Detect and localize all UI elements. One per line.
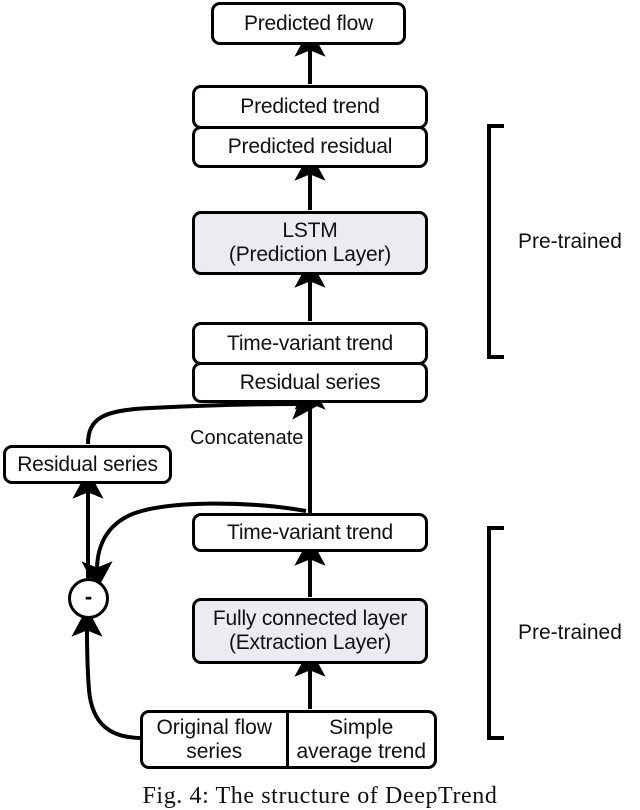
node-group-input-series: Original flow series Simple average tren… (140, 710, 437, 769)
deeptrend-architecture-diagram: Predicted flow Predicted trend Predicted… (0, 0, 640, 809)
node-simple-average-trend[interactable]: Simple average trend (289, 713, 435, 766)
node-predicted-flow[interactable]: Predicted flow (211, 2, 406, 45)
node-residual-series-upper-label: Residual series (239, 370, 381, 394)
node-group-predicted-outputs: Predicted trend Predicted residual (192, 85, 428, 168)
node-subtract-operator[interactable]: - (68, 578, 109, 619)
node-simple-average-trend-label: Simple average trend (296, 715, 427, 763)
minus-icon: - (84, 583, 93, 609)
node-original-flow-series[interactable]: Original flow series (143, 713, 289, 766)
label-pretrained-bottom: Pre-trained (518, 621, 622, 644)
node-fc-label-line1: Fully connected layer (212, 607, 408, 631)
node-time-variant-trend-lower-label: Time-variant trend (226, 520, 393, 544)
node-predicted-residual[interactable]: Predicted residual (192, 126, 428, 168)
node-time-variant-trend-upper-label: Time-variant trend (226, 331, 393, 355)
arrow-originalflow-to-minus (71, 608, 143, 740)
bracket-pretrained-bottom (487, 526, 504, 740)
bracket-pretrained-top (487, 124, 504, 359)
node-group-lstm-inputs: Time-variant trend Residual series (192, 322, 428, 403)
node-residual-series-upper[interactable]: Residual series (192, 362, 428, 403)
node-lstm-prediction-layer[interactable]: LSTM (Prediction Layer) (192, 211, 428, 275)
node-fc-label-line2: (Extraction Layer) (228, 631, 392, 654)
node-time-variant-trend-upper[interactable]: Time-variant trend (192, 322, 428, 365)
node-predicted-trend[interactable]: Predicted trend (192, 85, 428, 129)
node-predicted-trend-label: Predicted trend (240, 95, 380, 119)
figure-caption: Fig. 4: The structure of DeepTrend (142, 783, 498, 809)
node-predicted-residual-label: Predicted residual (227, 135, 393, 159)
node-lstm-label-line2: (Prediction Layer) (228, 243, 392, 266)
node-time-variant-trend-lower[interactable]: Time-variant trend (192, 513, 428, 552)
node-residual-series-left-label: Residual series (17, 452, 158, 476)
node-fully-connected-extraction-layer[interactable]: Fully connected layer (Extraction Layer) (192, 598, 428, 664)
node-predicted-flow-label: Predicted flow (243, 11, 374, 35)
node-lstm-label-line1: LSTM (282, 219, 338, 243)
label-pretrained-top: Pre-trained (518, 230, 622, 253)
node-original-flow-series-label: Original flow series (156, 715, 273, 763)
node-residual-series-left[interactable]: Residual series (3, 445, 172, 484)
label-concatenate: Concatenate (190, 427, 304, 449)
